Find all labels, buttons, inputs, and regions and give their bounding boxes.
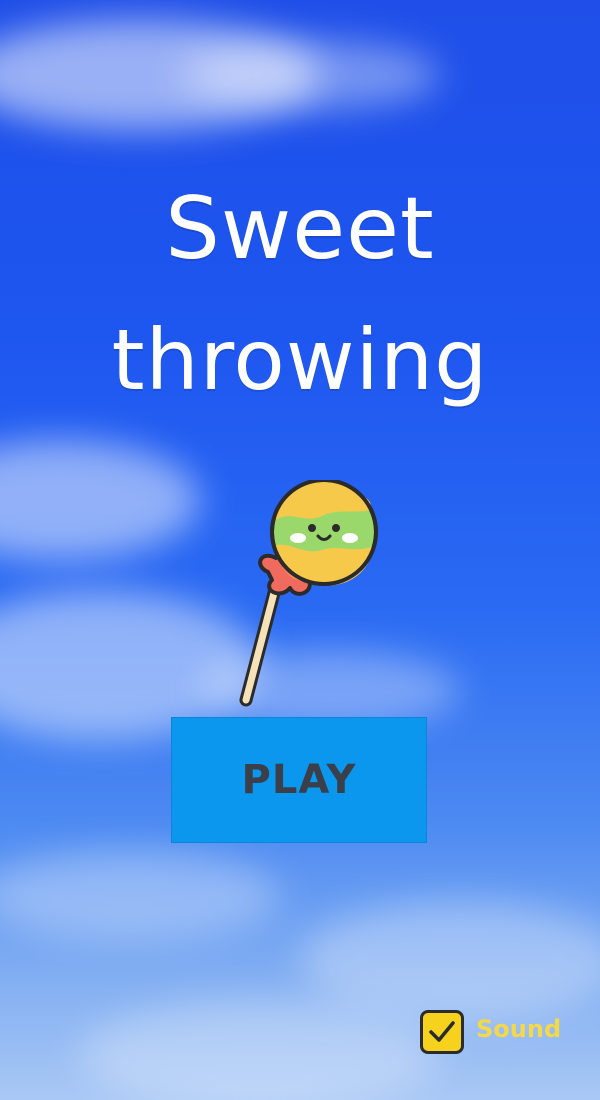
- sound-checkbox[interactable]: [420, 1010, 464, 1054]
- game-title-line-2: throwing: [111, 311, 489, 409]
- sound-toggle[interactable]: Sound: [420, 1010, 561, 1054]
- menu-screen: Sweet throwing PLAY Sound: [0, 0, 600, 1100]
- check-icon: [429, 1021, 455, 1042]
- cloud: [300, 900, 600, 1020]
- play-button[interactable]: PLAY: [171, 717, 427, 843]
- game-title-line-1: Sweet: [165, 179, 435, 279]
- sound-label: Sound: [476, 1015, 562, 1043]
- cloud: [80, 1000, 440, 1100]
- cloud: [0, 850, 280, 940]
- cloud: [180, 40, 440, 110]
- play-button-label: PLAY: [241, 757, 357, 803]
- lollipop-icon: [239, 480, 378, 707]
- cloud: [0, 440, 200, 560]
